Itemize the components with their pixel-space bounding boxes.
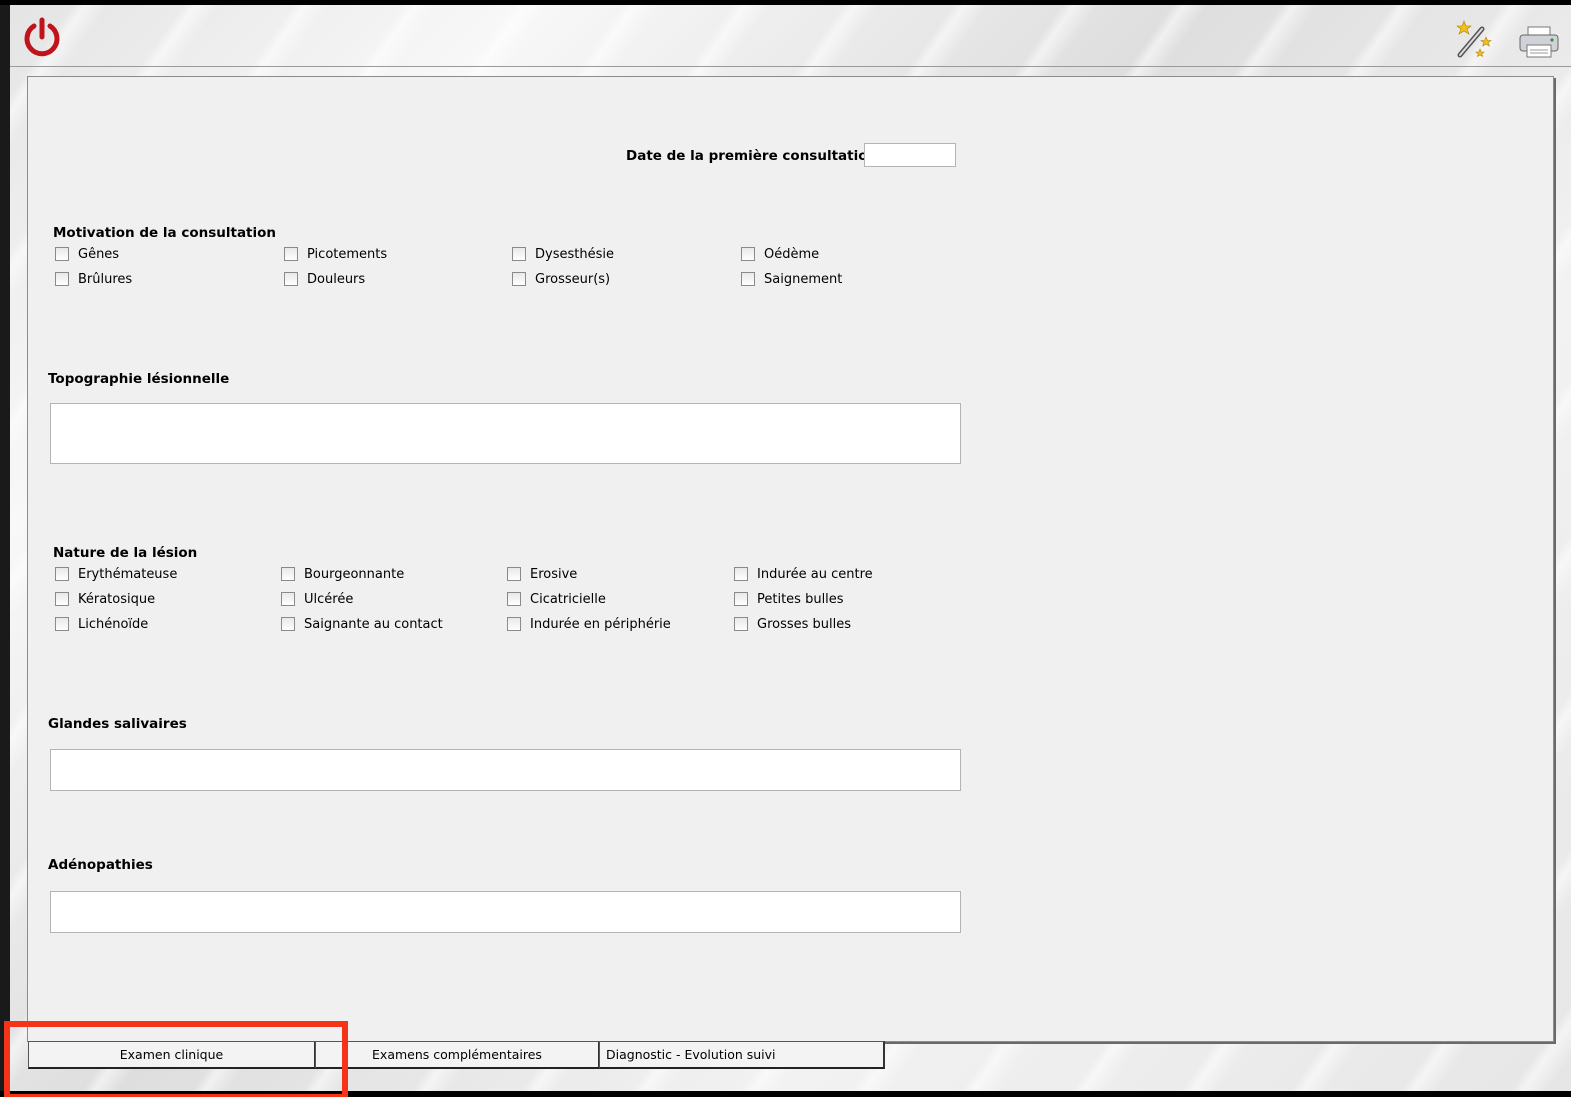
tab-examens-complementaires[interactable]: Examens complémentaires — [315, 1041, 600, 1069]
checkbox-label: Cicatricielle — [530, 591, 606, 607]
checkbox-option[interactable]: Saignante au contact — [281, 615, 443, 633]
checkbox-option[interactable]: Grosses bulles — [734, 615, 851, 633]
motivation-title: Motivation de la consultation — [53, 225, 277, 241]
checkbox-label: Ulcérée — [304, 591, 354, 607]
checkbox[interactable] — [512, 272, 526, 286]
tab-label: Examen clinique — [119, 1047, 224, 1062]
checkbox[interactable] — [507, 567, 521, 581]
printer-icon[interactable] — [1518, 25, 1560, 59]
checkbox[interactable] — [55, 617, 69, 631]
checkbox-option[interactable]: Bourgeonnante — [281, 565, 404, 583]
first-consultation-input[interactable] — [865, 144, 955, 166]
app-window: Date de la première consultation Motivat… — [0, 5, 1571, 1097]
checkbox-option[interactable]: Oédème — [741, 245, 819, 263]
checkbox-label: Kératosique — [78, 591, 156, 607]
checkbox[interactable] — [281, 617, 295, 631]
checkbox-label: Indurée en périphérie — [530, 616, 671, 632]
glandes-field[interactable] — [50, 749, 961, 791]
checkbox-option[interactable]: Cicatricielle — [507, 590, 606, 608]
adenopathies-title: Adénopathies — [48, 857, 153, 873]
nature-title: Nature de la lésion — [53, 545, 198, 561]
topographie-input[interactable] — [51, 404, 960, 463]
checkbox[interactable] — [55, 272, 69, 286]
checkbox[interactable] — [281, 592, 295, 606]
checkbox[interactable] — [734, 592, 748, 606]
tab-examen-clinique[interactable]: Examen clinique — [28, 1041, 316, 1069]
checkbox-option[interactable]: Brûlures — [55, 270, 132, 288]
checkbox-label: Petites bulles — [757, 591, 844, 607]
checkbox-option[interactable]: Dysesthésie — [512, 245, 614, 263]
checkbox[interactable] — [284, 272, 298, 286]
checkbox-label: Dysesthésie — [535, 246, 614, 262]
checkbox[interactable] — [507, 617, 521, 631]
checkbox[interactable] — [281, 567, 295, 581]
tab-label: Diagnostic - Evolution suivi — [606, 1047, 776, 1062]
checkbox[interactable] — [55, 567, 69, 581]
checkbox-option[interactable]: Lichénoïde — [55, 615, 148, 633]
tab-diagnostic-evolution[interactable]: Diagnostic - Evolution suivi — [599, 1041, 885, 1069]
checkbox-option[interactable]: Indurée en périphérie — [507, 615, 671, 633]
checkbox-option[interactable]: Ulcérée — [281, 590, 353, 608]
checkbox[interactable] — [734, 617, 748, 631]
checkbox-label: Douleurs — [307, 271, 366, 287]
checkbox[interactable] — [55, 247, 69, 261]
glandes-input[interactable] — [51, 750, 960, 790]
glandes-title: Glandes salivaires — [48, 716, 187, 732]
checkbox-label: Picotements — [307, 246, 388, 262]
checkbox-label: Indurée au centre — [757, 566, 873, 582]
checkbox-label: Lichénoïde — [78, 616, 149, 632]
checkbox[interactable] — [741, 272, 755, 286]
checkbox-label: Saignante au contact — [304, 616, 443, 632]
first-consultation-label: Date de la première consultation — [626, 148, 878, 164]
checkbox-option[interactable]: Grosseur(s) — [512, 270, 610, 288]
checkbox-option[interactable]: Douleurs — [284, 270, 365, 288]
checkbox[interactable] — [512, 247, 526, 261]
checkbox-label: Grosseur(s) — [535, 271, 611, 287]
adenopathies-field[interactable] — [50, 891, 961, 933]
checkbox-option[interactable]: Erythémateuse — [55, 565, 177, 583]
main-form-panel: Date de la première consultation Motivat… — [27, 76, 1554, 1042]
checkbox[interactable] — [284, 247, 298, 261]
checkbox[interactable] — [734, 567, 748, 581]
checkbox-label: Oédème — [764, 246, 820, 262]
first-consultation-field[interactable] — [864, 143, 956, 167]
checkbox-label: Grosses bulles — [757, 616, 852, 632]
magic-wand-icon[interactable] — [1452, 19, 1494, 61]
checkbox-option[interactable]: Erosive — [507, 565, 577, 583]
checkbox-option[interactable]: Petites bulles — [734, 590, 844, 608]
topographie-field[interactable] — [50, 403, 961, 464]
tab-label: Examens complémentaires — [372, 1047, 542, 1062]
checkbox[interactable] — [55, 592, 69, 606]
checkbox[interactable] — [507, 592, 521, 606]
checkbox-option[interactable]: Gênes — [55, 245, 119, 263]
checkbox-option[interactable]: Kératosique — [55, 590, 155, 608]
checkbox-option[interactable]: Picotements — [284, 245, 387, 263]
top-toolbar — [10, 5, 1571, 67]
window-left-edge — [0, 5, 10, 1091]
topographie-title: Topographie lésionnelle — [48, 371, 230, 387]
checkbox-label: Saignement — [764, 271, 843, 287]
adenopathies-input[interactable] — [51, 892, 960, 932]
checkbox-label: Brûlures — [78, 271, 133, 287]
checkbox[interactable] — [741, 247, 755, 261]
checkbox-option[interactable]: Saignement — [741, 270, 842, 288]
checkbox-label: Erythémateuse — [78, 566, 178, 582]
checkbox-label: Erosive — [530, 566, 578, 582]
power-icon[interactable] — [22, 17, 62, 59]
checkbox-label: Gênes — [78, 246, 120, 262]
checkbox-option[interactable]: Indurée au centre — [734, 565, 873, 583]
checkbox-label: Bourgeonnante — [304, 566, 405, 582]
